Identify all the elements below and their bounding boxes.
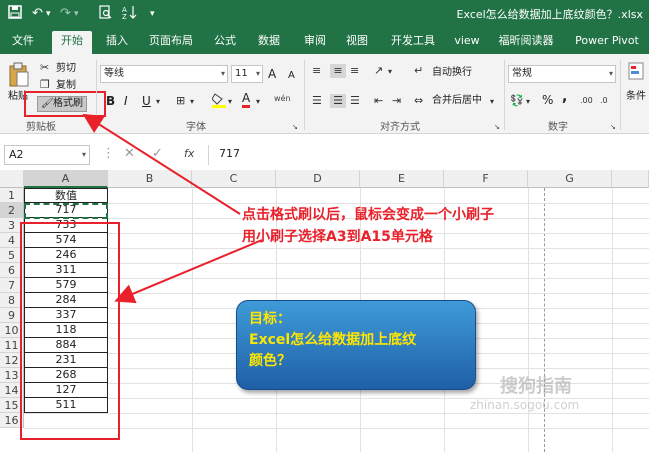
- arrow-to-format-painter: [82, 113, 241, 215]
- watermark-url: zhinan.sogou.com: [470, 398, 580, 412]
- annotation-line: 用小刷子选择A3到A15单元格: [242, 229, 433, 245]
- goal-line: 颜色？: [249, 353, 291, 369]
- watermark-text: 搜狗指南: [500, 376, 572, 397]
- goal-line: Excel怎么给数据加上底纹: [249, 332, 417, 348]
- goal-line: 目标：: [249, 311, 291, 327]
- annotation-line: 点击格式刷以后，鼠标会变成一个小刷子: [242, 207, 494, 223]
- annotation-text: 点击格式刷以后，鼠标会变成一个小刷子 用小刷子选择A3到A15单元格: [242, 204, 494, 248]
- goal-callout: 目标： Excel怎么给数据加上底纹 颜色？: [236, 300, 476, 390]
- arrow-to-selection: [114, 239, 263, 304]
